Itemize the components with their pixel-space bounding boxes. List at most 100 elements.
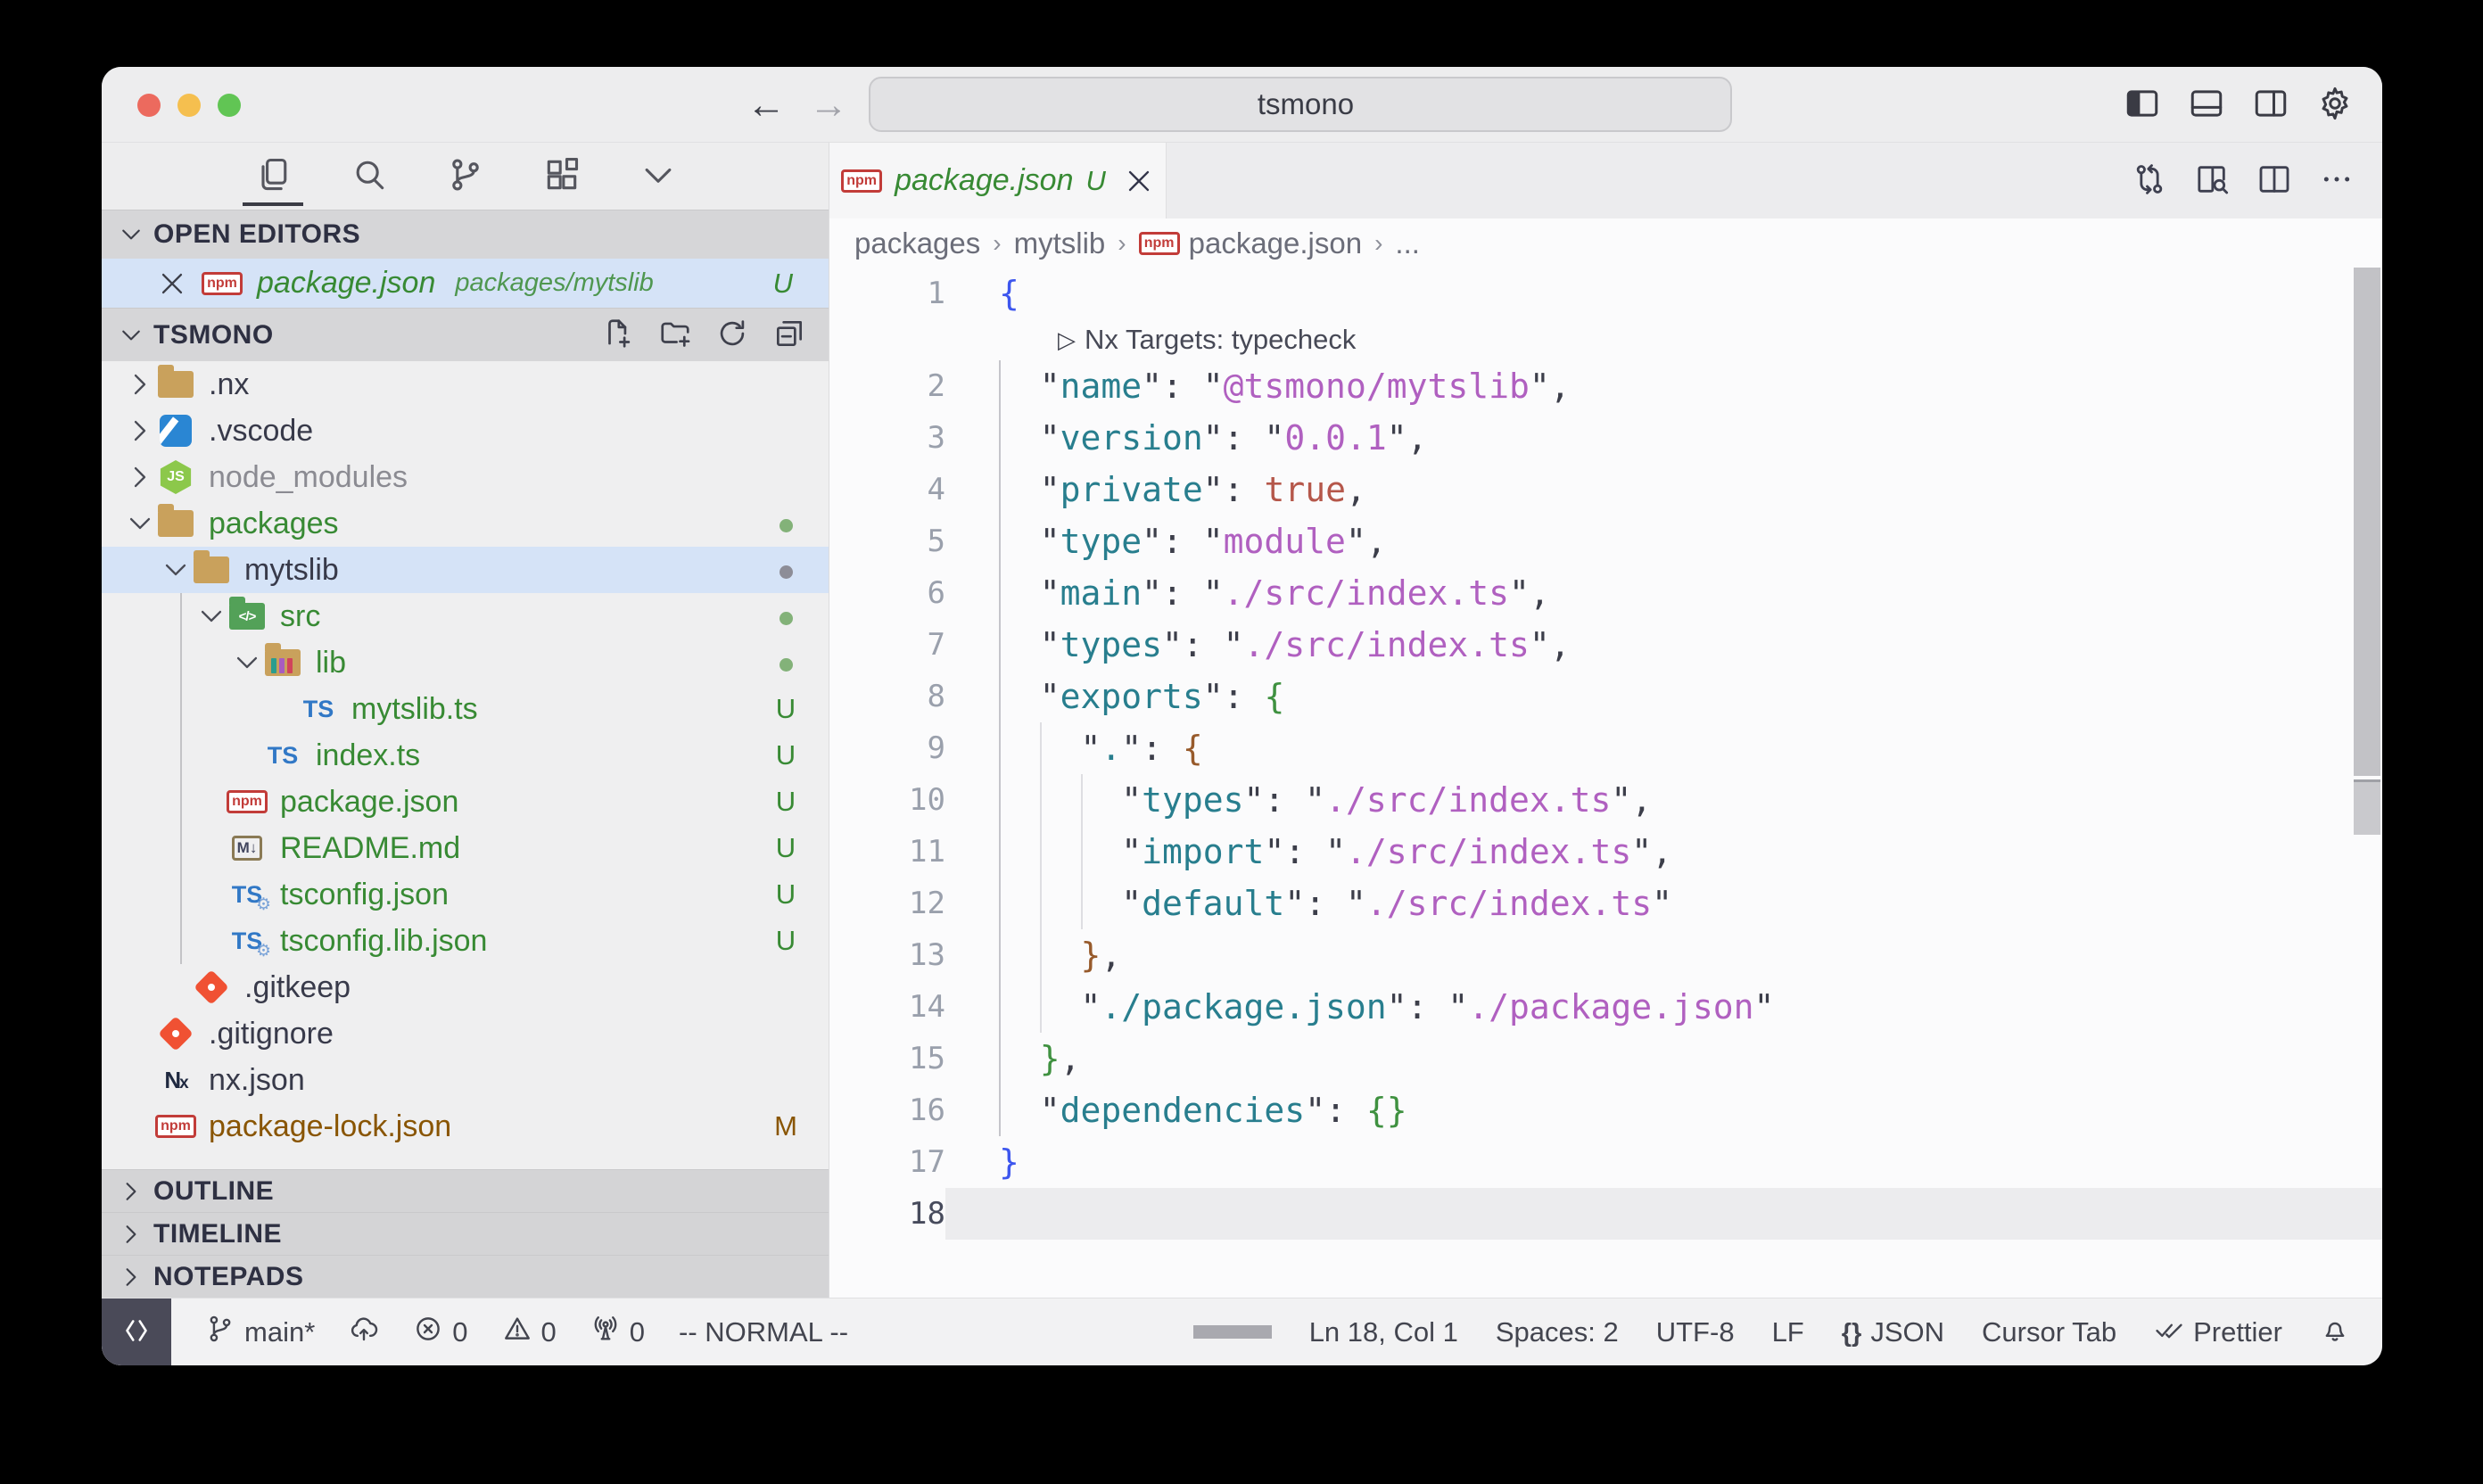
activity-more-views[interactable] — [633, 145, 683, 208]
open-editors-section-header[interactable]: OPEN EDITORS — [102, 210, 829, 259]
status-cursor-position[interactable]: Ln 18, Col 1 — [1309, 1316, 1458, 1348]
code-line-content: } — [945, 1136, 2382, 1188]
vscode-window: ← → tsmono OPEN EDITORS npm package.json… — [102, 67, 2382, 1365]
status-branch[interactable]: main* — [205, 1314, 315, 1351]
section-outline[interactable]: OUTLINE — [102, 1169, 829, 1212]
status-sync[interactable] — [349, 1314, 379, 1351]
status-indentation[interactable]: Spaces: 2 — [1496, 1316, 1619, 1348]
code-line-16: 16 "dependencies": {} — [829, 1084, 2382, 1136]
breadcrumb-separator: › — [993, 229, 1001, 258]
activity-extensions[interactable] — [537, 145, 587, 208]
split-editor-icon — [2256, 161, 2292, 200]
tab-package-json[interactable]: npm package.json U — [829, 143, 1167, 218]
tree-item-node-modules[interactable]: JSnode_modules — [102, 454, 829, 500]
tree-item-package-json[interactable]: npmpackage.jsonU — [102, 779, 829, 825]
new-file-button[interactable] — [598, 316, 638, 355]
code-editor[interactable]: 1{▷Nx Targets: typecheck2 "name": "@tsmo… — [829, 268, 2382, 1298]
close-editor-icon[interactable] — [157, 268, 187, 299]
tree-item-nx-json[interactable]: Nxnx.json — [102, 1057, 829, 1103]
section-timeline[interactable]: TIMELINE — [102, 1212, 829, 1255]
section-notepads[interactable]: NOTEPADS — [102, 1255, 829, 1298]
line-number: 17 — [829, 1144, 945, 1180]
breadcrumb-item[interactable]: ... — [1395, 227, 1420, 260]
compare-changes-button[interactable] — [2129, 161, 2170, 202]
tree-item-index-ts[interactable]: TSindex.tsU — [102, 732, 829, 779]
split-editor-button[interactable] — [2254, 161, 2295, 202]
activity-search[interactable] — [344, 145, 394, 208]
status-formatter[interactable]: Prettier — [2154, 1314, 2282, 1351]
status-zoom-indicator[interactable] — [1193, 1325, 1272, 1339]
status-encoding-label: UTF-8 — [1656, 1316, 1735, 1348]
open-preview-button[interactable] — [2191, 161, 2232, 202]
tree-item--vscode[interactable]: .vscode — [102, 408, 829, 454]
tree-item--gitkeep[interactable]: .gitkeep — [102, 964, 829, 1010]
breadcrumb-separator: › — [1118, 229, 1126, 258]
code-line-content — [945, 1188, 2382, 1240]
tree-item-lib[interactable]: lib — [102, 639, 829, 686]
tree-item-mytslib[interactable]: mytslib — [102, 547, 829, 593]
chevron-right-icon — [125, 369, 155, 400]
status-ports[interactable]: 0 — [590, 1314, 645, 1351]
zoom-window-button[interactable] — [218, 94, 241, 117]
more-actions-button[interactable] — [2316, 161, 2357, 202]
collapse-all-button[interactable] — [770, 316, 809, 355]
chevron-down-icon — [118, 221, 144, 248]
open-editor-item[interactable]: npm package.json packages/mytslib U — [102, 259, 829, 308]
ts-gear-icon: TS⚙ — [227, 922, 268, 960]
status-encoding[interactable]: UTF-8 — [1656, 1316, 1735, 1348]
activity-source-control[interactable] — [441, 145, 491, 208]
codelens-nx-targets[interactable]: ▷Nx Targets: typecheck — [829, 319, 2382, 360]
section-label: TIMELINE — [153, 1219, 282, 1249]
refresh-button[interactable] — [713, 316, 752, 355]
layout-sidebar-left-button[interactable] — [2122, 85, 2163, 126]
status-notifications[interactable] — [2320, 1314, 2350, 1351]
status-language[interactable]: {}JSON — [1842, 1316, 1944, 1348]
status-remote[interactable] — [102, 1298, 171, 1365]
code-line-content: "types": "./src/index.ts", — [945, 619, 2382, 671]
indent-guide — [999, 360, 1001, 1136]
code-line-9: 9 ".": { — [829, 722, 2382, 774]
breadcrumb-item[interactable]: npmpackage.json — [1139, 225, 1362, 262]
tree-item-packages[interactable]: packages — [102, 500, 829, 547]
status-cursor-tab[interactable]: Cursor Tab — [1982, 1316, 2116, 1348]
tree-item-readme-md[interactable]: M↓README.mdU — [102, 825, 829, 871]
tree-item-tsconfig-lib-json[interactable]: TS⚙tsconfig.lib.jsonU — [102, 918, 829, 964]
tree-item--gitignore[interactable]: .gitignore — [102, 1010, 829, 1057]
status-warnings[interactable]: 0 — [502, 1314, 557, 1351]
navigate-back-button[interactable]: ← — [739, 67, 793, 143]
breadcrumb-separator: › — [1374, 229, 1382, 258]
minimize-window-button[interactable] — [177, 94, 201, 117]
breadcrumb-item[interactable]: packages — [854, 227, 980, 260]
folder-icon — [155, 505, 196, 542]
layout-sidebar-right-button[interactable] — [2250, 85, 2291, 126]
code-line-1: 1{ — [829, 268, 2382, 319]
status-errors[interactable]: 0 — [413, 1314, 467, 1351]
command-center-search[interactable]: tsmono — [869, 77, 1732, 132]
activity-explorer[interactable] — [248, 145, 298, 208]
navigate-forward-button[interactable]: → — [802, 67, 855, 143]
tree-item-tsconfig-json[interactable]: TS⚙tsconfig.jsonU — [102, 871, 829, 918]
tree-item-package-lock-json[interactable]: npmpackage-lock.jsonM — [102, 1103, 829, 1150]
breadcrumb-item[interactable]: mytslib — [1014, 227, 1106, 260]
gear-button[interactable] — [2314, 85, 2355, 126]
npm-icon: npm — [1139, 225, 1180, 262]
folder-lib-icon — [262, 644, 303, 681]
explorer-section-header[interactable]: TSMONO — [102, 308, 829, 361]
status-vim-mode[interactable]: -- NORMAL -- — [679, 1316, 848, 1348]
new-folder-button[interactable] — [656, 316, 695, 355]
tree-item-label: src — [280, 599, 320, 634]
bell-icon — [2320, 1314, 2350, 1351]
tree-item-src[interactable]: </>src — [102, 593, 829, 639]
status-eol[interactable]: LF — [1772, 1316, 1804, 1348]
folder-icon — [191, 551, 232, 589]
tree-item-mytslib-ts[interactable]: TSmytslib.tsU — [102, 686, 829, 732]
tab-filename: package.json — [895, 163, 1073, 198]
close-tab-icon[interactable] — [1124, 166, 1154, 196]
git-status-badge: U — [768, 925, 804, 957]
editor-scrollbar-decoration — [2354, 779, 2380, 835]
layout-panel-button[interactable] — [2186, 85, 2227, 126]
code-line-7: 7 "types": "./src/index.ts", — [829, 619, 2382, 671]
close-window-button[interactable] — [137, 94, 161, 117]
tree-item--nx[interactable]: .nx — [102, 361, 829, 408]
editor-scrollbar[interactable] — [2354, 268, 2380, 776]
